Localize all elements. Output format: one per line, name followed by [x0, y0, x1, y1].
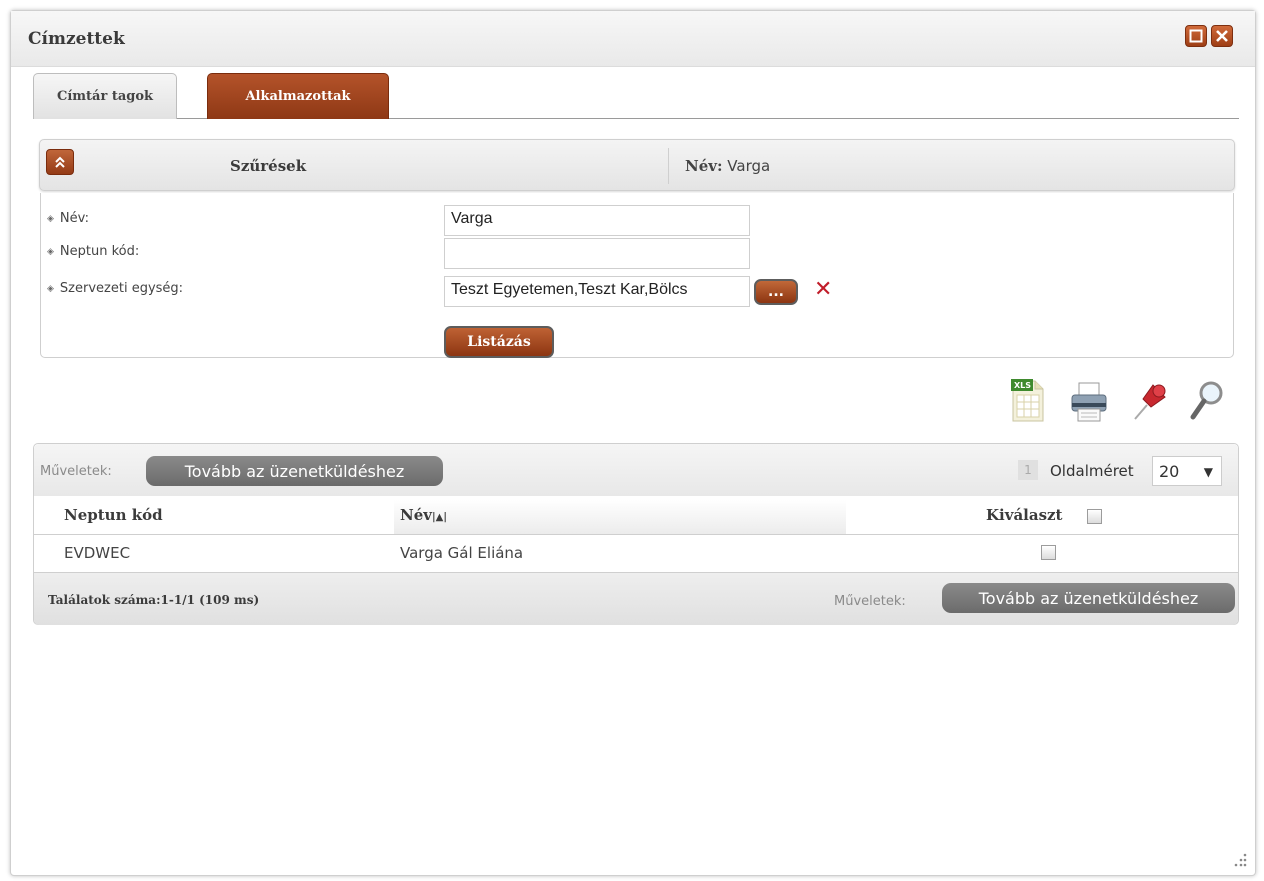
filter-panel: ◈ Név: Varga ◈ Neptun kód: ◈ Szervezeti … — [40, 193, 1234, 358]
operations-label-bottom: Műveletek: — [834, 594, 906, 609]
continue-to-messaging-button-bottom[interactable]: Tovább az üzenetküldéshez — [942, 583, 1235, 613]
neptun-label-text: Neptun kód: — [59, 244, 140, 259]
column-header-select: Kiválaszt — [986, 506, 1063, 524]
row-name: Varga Gál Eliána — [400, 544, 524, 562]
collapse-filter-button[interactable] — [46, 149, 74, 175]
xls-export-icon[interactable]: XLS — [1007, 379, 1047, 423]
clear-org-unit-icon[interactable]: ✕ — [814, 277, 832, 302]
resize-grip-icon[interactable] — [1233, 853, 1247, 867]
neptun-code-input[interactable] — [444, 238, 750, 269]
results-count: Találatok száma:1-1/1 (109 ms) — [48, 593, 260, 607]
grid-top-bar: Műveletek: Tovább az üzenetküldéshez 1 O… — [34, 444, 1238, 496]
filter-title: Szűrések — [230, 157, 307, 175]
browse-org-unit-button[interactable]: ... — [754, 279, 798, 305]
dialog-title: Címzettek — [28, 29, 125, 49]
tab-employees[interactable]: Alkalmazottak — [207, 73, 389, 119]
name-input[interactable]: Varga — [444, 205, 750, 236]
double-chevron-up-icon — [55, 156, 65, 168]
page-size-select[interactable]: 20 ▼ — [1152, 456, 1222, 486]
filter-summary-value: Varga — [727, 157, 771, 175]
tab-directory-members[interactable]: Címtár tagok — [33, 73, 177, 119]
column-header-neptun[interactable]: Neptun kód — [64, 506, 163, 524]
chevron-down-icon: ▼ — [1203, 465, 1213, 479]
diamond-bullet-icon: ◈ — [47, 213, 54, 224]
org-unit-label-text: Szervezeti egység: — [59, 281, 184, 296]
search-icon[interactable] — [1187, 379, 1227, 423]
header-divider — [34, 534, 1238, 535]
page-number[interactable]: 1 — [1018, 460, 1038, 480]
tab-bar: Címtár tagok Alkalmazottak — [33, 73, 1239, 119]
diamond-bullet-icon: ◈ — [47, 246, 54, 257]
grid-bottom-bar: Találatok száma:1-1/1 (109 ms) Műveletek… — [34, 572, 1238, 625]
pin-icon[interactable] — [1129, 379, 1169, 423]
results-grid: Műveletek: Tovább az üzenetküldéshez 1 O… — [33, 443, 1239, 625]
org-unit-input[interactable]: Teszt Egyetemen,Teszt Kar,Bölcs — [444, 276, 750, 307]
org-unit-field-label: ◈ Szervezeti egység: — [47, 281, 183, 296]
column-header-name[interactable]: Név|▲| — [400, 506, 447, 524]
neptun-field-label: ◈ Neptun kód: — [47, 244, 139, 259]
page-size-label: Oldalméret — [1050, 462, 1134, 480]
sort-ascending-icon: |▲| — [431, 512, 447, 523]
dialog-titlebar: Címzettek — [11, 11, 1255, 67]
maximize-icon — [1189, 29, 1203, 43]
row-select-checkbox[interactable] — [1041, 545, 1056, 560]
row-neptun-code: EVDWEC — [64, 544, 131, 562]
select-all-checkbox[interactable] — [1087, 509, 1102, 524]
filter-summary: Név: Varga — [685, 157, 770, 175]
xls-label: XLS — [1014, 381, 1031, 390]
continue-to-messaging-button[interactable]: Tovább az üzenetküldéshez — [146, 456, 443, 486]
diamond-bullet-icon: ◈ — [47, 283, 54, 294]
close-button[interactable] — [1211, 25, 1233, 47]
name-field-label: ◈ Név: — [47, 211, 89, 226]
list-button[interactable]: Listázás — [444, 326, 554, 358]
column-header-name-label: Név — [400, 506, 432, 524]
close-icon — [1216, 30, 1228, 42]
maximize-button[interactable] — [1185, 25, 1207, 47]
page-size-value: 20 — [1159, 461, 1180, 481]
print-icon[interactable] — [1069, 379, 1109, 423]
filter-summary-label: Név: — [685, 157, 723, 175]
name-label-text: Név: — [59, 211, 90, 226]
recipients-dialog: Címzettek Címtár tagok Alkalmazottak Szű… — [10, 10, 1256, 876]
filter-header: Szűrések Név: Varga — [39, 139, 1235, 191]
sorted-column-header-bg — [394, 500, 846, 534]
filter-divider — [668, 148, 669, 184]
operations-label: Műveletek: — [40, 464, 112, 479]
